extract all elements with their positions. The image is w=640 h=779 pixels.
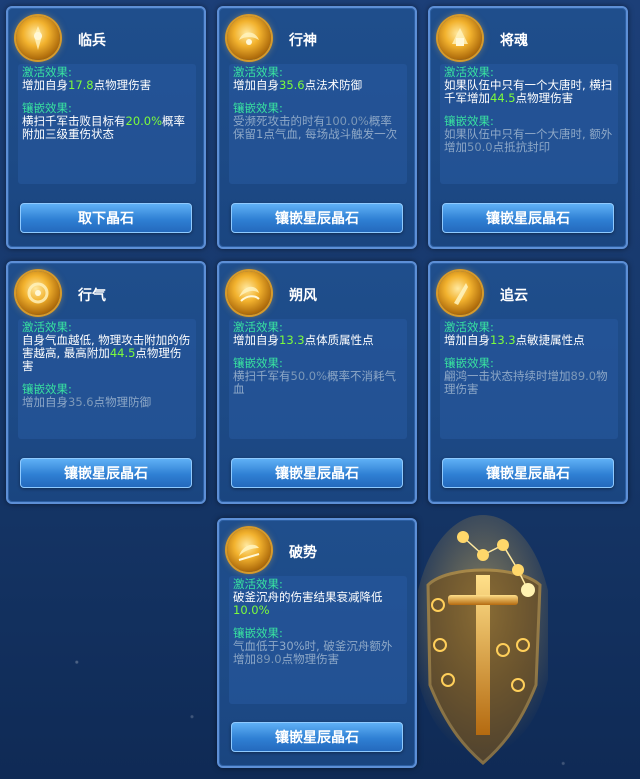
activate-text: 增加自身13.3点敏捷属性点 [444, 333, 585, 347]
remove-stone-button[interactable]: 取下晶石 [20, 203, 192, 233]
card-body: 激活效果: 自身气血越低, 物理攻击附加的伤害越高, 最高附加44.5点物理伤害… [18, 319, 196, 439]
jianghun-orb-icon [438, 16, 482, 60]
card-linbing: 临兵 激活效果: 增加自身17.8点物理伤害 镶嵌效果: 横扫千军击败目标有20… [6, 6, 206, 249]
star-sword-shield-icon [418, 515, 548, 765]
card-name: 破势 [289, 545, 317, 561]
xingshen-orb-icon [227, 16, 271, 60]
activate-text: 增加自身17.8点物理伤害 [22, 78, 152, 92]
linbing-orb-icon [16, 16, 60, 60]
activate-text: 增加自身35.6点法术防御 [233, 78, 363, 92]
card-name: 追云 [500, 288, 528, 304]
inlay-stone-button[interactable]: 镶嵌星辰晶石 [20, 458, 192, 488]
xingqi-orb-icon [16, 271, 60, 315]
shuofeng-orb-icon [227, 271, 271, 315]
inlay-stone-button[interactable]: 镶嵌星辰晶石 [231, 722, 403, 752]
activate-text: 自身气血越低, 物理攻击附加的伤害越高, 最高附加44.5点物理伤害 [22, 333, 191, 373]
card-body: 激活效果: 增加自身17.8点物理伤害 镶嵌效果: 横扫千军击败目标有20.0%… [18, 64, 196, 184]
inlay-text: 翩鸿一击状态持续时增加89.0物理伤害 [444, 369, 608, 396]
card-zhuiyun: 追云 激活效果: 增加自身13.3点敏捷属性点 镶嵌效果: 翩鸿一击状态持续时增… [428, 261, 628, 504]
inlay-stone-button[interactable]: 镶嵌星辰晶石 [442, 458, 614, 488]
card-body: 激活效果: 如果队伍中只有一个大唐时, 横扫千军增加44.5点物理伤害 镶嵌效果… [440, 64, 618, 184]
inlay-text: 受濒死攻击的时有100.0%概率保留1点气血, 每场战斗触发一次 [233, 114, 398, 141]
inlay-stone-button[interactable]: 镶嵌星辰晶石 [231, 203, 403, 233]
card-name: 行神 [289, 33, 317, 49]
card-shuofeng: 朔风 激活效果: 增加自身13.3点体质属性点 镶嵌效果: 横扫千军有50.0%… [217, 261, 417, 504]
card-name: 行气 [78, 288, 106, 304]
card-name: 将魂 [500, 33, 528, 49]
inlay-stone-button[interactable]: 镶嵌星辰晶石 [231, 458, 403, 488]
card-body: 激活效果: 增加自身13.3点敏捷属性点 镶嵌效果: 翩鸿一击状态持续时增加89… [440, 319, 618, 439]
inlay-text: 横扫千军击败目标有20.0%概率附加三级重伤状态 [22, 114, 186, 141]
card-body: 激活效果: 破釜沉舟的伤害结果衰减降低10.0% 镶嵌效果: 气血低于30%时,… [229, 576, 407, 704]
card-jianghun: 将魂 激活效果: 如果队伍中只有一个大唐时, 横扫千军增加44.5点物理伤害 镶… [428, 6, 628, 249]
inlay-text: 如果队伍中只有一个大唐时, 额外增加50.0点抵抗封印 [444, 127, 613, 154]
poshi-orb-icon [227, 528, 271, 572]
card-poshi: 破势 激活效果: 破釜沉舟的伤害结果衰减降低10.0% 镶嵌效果: 气血低于30… [217, 518, 417, 768]
card-body: 激活效果: 增加自身13.3点体质属性点 镶嵌效果: 横扫千军有50.0%概率不… [229, 319, 407, 439]
zhuiyun-orb-icon [438, 271, 482, 315]
card-xingqi: 行气 激活效果: 自身气血越低, 物理攻击附加的伤害越高, 最高附加44.5点物… [6, 261, 206, 504]
inlay-text: 气血低于30%时, 破釜沉舟额外增加89.0点物理伤害 [233, 639, 393, 666]
activate-text: 增加自身13.3点体质属性点 [233, 333, 374, 347]
activate-text: 如果队伍中只有一个大唐时, 横扫千军增加44.5点物理伤害 [444, 78, 613, 105]
card-xingshen: 行神 激活效果: 增加自身35.6点法术防御 镶嵌效果: 受濒死攻击的时有100… [217, 6, 417, 249]
card-name: 临兵 [78, 33, 106, 49]
card-body: 激活效果: 增加自身35.6点法术防御 镶嵌效果: 受濒死攻击的时有100.0%… [229, 64, 407, 184]
inlay-text: 横扫千军有50.0%概率不消耗气血 [233, 369, 397, 396]
inlay-stone-button[interactable]: 镶嵌星辰晶石 [442, 203, 614, 233]
activate-text: 破釜沉舟的伤害结果衰减降低10.0% [233, 590, 383, 617]
card-name: 朔风 [289, 288, 317, 304]
inlay-text: 增加自身35.6点物理防御 [22, 395, 152, 409]
